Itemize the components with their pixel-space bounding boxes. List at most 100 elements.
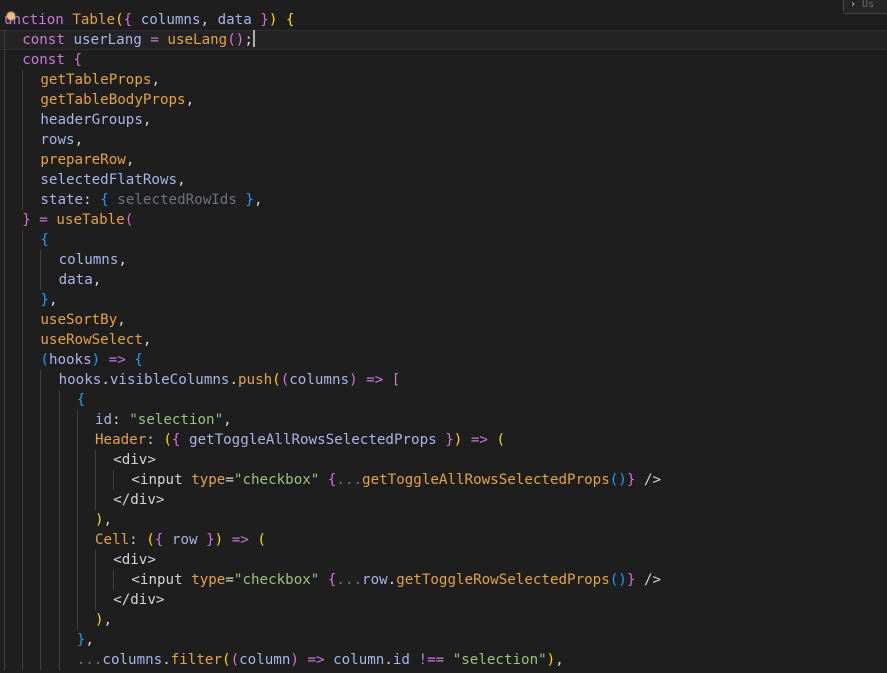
code-token: { (40, 232, 49, 248)
code-line[interactable]: Header: ({ getToggleAllRowsSelectedProps… (0, 430, 887, 450)
indent-guide (4, 210, 5, 230)
code-token: ) (349, 372, 358, 388)
code-line[interactable]: headerGroups, (0, 110, 887, 130)
code-token: ) (91, 352, 101, 368)
code-line[interactable]: getTableProps, (0, 70, 887, 90)
code-text: ), (95, 510, 112, 530)
code-line[interactable]: <input type="checkbox" {...getToggleAllR… (0, 470, 887, 490)
code-line[interactable]: <input type="checkbox" {...row.getToggle… (0, 570, 887, 590)
code-line[interactable]: }, (0, 630, 887, 650)
code-token: </div> (113, 592, 165, 608)
indent-guide (4, 630, 5, 650)
code-line[interactable]: Cell: ({ row }) => ( (0, 530, 887, 550)
code-token: () (609, 572, 627, 588)
code-token: . (387, 572, 397, 588)
code-line[interactable]: state: { selectedRowIds }, (0, 190, 887, 210)
code-line[interactable]: ), (0, 510, 887, 530)
code-line[interactable]: columns, (0, 250, 887, 270)
code-token: , (555, 652, 564, 668)
code-token: , (48, 292, 58, 308)
indent-guide (22, 390, 24, 410)
code-token: rows (40, 132, 75, 148)
code-line[interactable]: const { (0, 50, 887, 70)
indent-guide (4, 30, 5, 50)
code-line[interactable]: ...columns.filter((column) => column.id … (0, 650, 887, 670)
code-token: ( (163, 432, 172, 448)
code-token: getToggleRowSelectedProps (396, 572, 610, 588)
code-line[interactable]: selectedFlatRows, (0, 170, 887, 190)
code-text: getTableProps, (40, 70, 160, 90)
code-token: . (229, 372, 238, 388)
code-token: "checkbox" (233, 572, 320, 588)
code-token: useTable (56, 212, 125, 228)
find-widget[interactable]: › Us (843, 0, 887, 14)
code-text: getTableBodyProps, (40, 90, 194, 110)
code-token: = (150, 32, 159, 48)
code-token: () (227, 32, 245, 48)
code-token: data (58, 272, 93, 288)
indent-guide (4, 470, 5, 490)
indent-guide (22, 530, 24, 550)
code-line[interactable]: useSortBy, (0, 310, 887, 330)
indent-guide (40, 250, 42, 270)
indent-guide (4, 510, 5, 530)
code-line[interactable]: </div> (0, 490, 887, 510)
code-token: hooks (58, 372, 102, 388)
code-token: <input (131, 472, 183, 488)
find-widget-label: Us (862, 0, 875, 10)
lightbulb-icon[interactable] (7, 12, 15, 20)
code-text: (hooks) => { (40, 350, 143, 370)
indent-guide (22, 470, 24, 490)
code-token: hooks (48, 352, 92, 368)
code-text: headerGroups, (40, 110, 151, 130)
code-text: { (77, 390, 86, 410)
code-line[interactable]: { (0, 230, 887, 250)
code-text: <input type="checkbox" {...row.getToggle… (131, 570, 661, 590)
code-line[interactable]: const userLang = useLang(); (0, 30, 887, 50)
code-token: selectedRowIds (108, 192, 246, 208)
code-token: selectedFlatRows (40, 172, 178, 188)
code-token: , (253, 192, 263, 208)
code-token: Table (72, 12, 116, 28)
code-line[interactable]: <div> (0, 550, 887, 570)
code-line[interactable]: </div> (0, 590, 887, 610)
code-text: data, (59, 270, 102, 290)
code-line[interactable]: useRowSelect, (0, 330, 887, 350)
indent-guide (40, 530, 42, 550)
indent-guide (4, 410, 5, 430)
code-token: getToggleAllRowsSelectedProps (180, 432, 446, 448)
code-line[interactable]: (hooks) => { (0, 350, 887, 370)
code-line[interactable]: <div> (0, 450, 887, 470)
code-line[interactable]: id: "selection", (0, 410, 887, 430)
code-editor[interactable]: ...columns.filter((column) => column.id … (0, 0, 887, 673)
code-line[interactable]: ), (0, 610, 887, 630)
code-token: Header (95, 432, 147, 448)
code-line[interactable]: } = useTable( (0, 210, 887, 230)
code-line[interactable]: }, (0, 290, 887, 310)
code-line[interactable]: prepareRow, (0, 150, 887, 170)
code-line[interactable]: rows, (0, 130, 887, 150)
indent-guide (76, 610, 78, 630)
code-token: , (125, 152, 135, 168)
code-token: { (100, 192, 109, 208)
code-token: columns (289, 372, 350, 388)
indent-guide (4, 490, 5, 510)
chevron-right-icon[interactable]: › (844, 0, 856, 10)
code-token: } (40, 292, 49, 308)
code-line[interactable]: unction Table({ columns, data }) { (0, 10, 887, 30)
code-token: id (95, 412, 113, 428)
indent-guide (40, 630, 42, 650)
code-line[interactable]: { (0, 390, 887, 410)
code-line[interactable]: getTableBodyProps, (0, 90, 887, 110)
code-token: = (225, 472, 234, 488)
code-token: , (118, 252, 127, 268)
indent-guide (58, 490, 60, 510)
code-token: . (162, 652, 171, 668)
indent-guide (76, 570, 78, 590)
indent-guide (22, 230, 24, 250)
code-line[interactable]: data, (0, 270, 887, 290)
indent-guide (4, 290, 5, 310)
indent-guide (22, 370, 24, 390)
code-token: ; (244, 32, 253, 48)
code-line[interactable]: hooks.visibleColumns.push((columns) => [ (0, 370, 887, 390)
